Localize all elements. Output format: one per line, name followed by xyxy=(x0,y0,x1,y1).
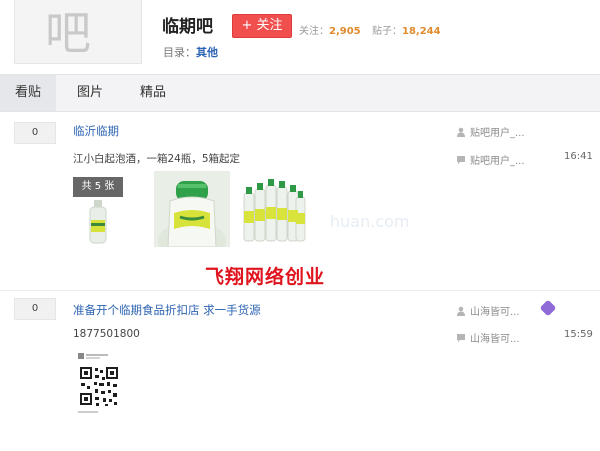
last-reply-user: 贴吧用户_... xyxy=(470,156,525,167)
reply-count: 0 xyxy=(14,298,56,320)
tab-images[interactable]: 图片 xyxy=(62,75,118,111)
posts-label: 贴子： xyxy=(372,26,402,37)
reply-icon xyxy=(456,155,466,168)
forum-avatar[interactable]: 吧 xyxy=(14,0,142,64)
followers-stat: 关注：2,905 xyxy=(299,22,361,37)
last-reply-time: 16:41 xyxy=(564,151,593,162)
directory-link[interactable]: 其他 xyxy=(196,46,218,59)
level-badge-icon xyxy=(539,299,557,317)
forum-name[interactable]: 临期吧 xyxy=(162,12,213,37)
thread-last-reply[interactable]: 贴吧用户_... xyxy=(456,152,525,168)
author-name: 贴吧用户_... xyxy=(470,128,525,139)
thread-last-reply[interactable]: 山海皆可... xyxy=(456,330,520,346)
tab-bar: 看贴 图片 精品 xyxy=(0,74,600,112)
avatar-glyph: 吧 xyxy=(45,6,91,60)
thread-author[interactable]: 贴吧用户_... xyxy=(456,124,525,140)
thread-title[interactable]: 准备开个临期食品折扣店 求一手货源 xyxy=(73,302,261,318)
thread-image-qr-code[interactable] xyxy=(76,351,126,419)
faint-watermark: huan.com xyxy=(330,212,410,231)
watermark-text: 飞翔网络创业 xyxy=(205,266,326,288)
posts-stat: 贴子：18,244 xyxy=(372,22,441,37)
reply-icon xyxy=(456,333,466,346)
followers-label: 关注： xyxy=(299,26,329,37)
tab-featured[interactable]: 精品 xyxy=(124,75,182,111)
author-name: 山海皆可... xyxy=(470,307,520,318)
user-icon xyxy=(456,127,466,140)
posts-count: 18,244 xyxy=(402,26,441,37)
tab-view-posts[interactable]: 看贴 xyxy=(0,75,56,111)
last-reply-time: 15:59 xyxy=(564,329,593,340)
thread-abstract: 1877501800 xyxy=(73,328,140,340)
thread-title[interactable]: 临沂临期 xyxy=(73,123,119,139)
follow-button[interactable]: + 关注 xyxy=(232,14,292,38)
thread-image-bottles[interactable] xyxy=(240,173,306,245)
directory-label: 目录： xyxy=(163,46,196,59)
image-count-badge: 共 5 张 xyxy=(73,177,123,197)
directory: 目录：其他 xyxy=(163,44,218,60)
last-reply-user: 山海皆可... xyxy=(470,334,520,345)
forum-header: 吧 临期吧 + 关注 关注：2,905 贴子：18,244 目录：其他 xyxy=(0,0,600,74)
followers-count: 2,905 xyxy=(329,26,361,37)
reply-count: 0 xyxy=(14,122,56,144)
thread-row[interactable]: 0 准备开个临期食品折扣店 求一手货源 1877501800 山海皆可... 山… xyxy=(0,292,600,451)
user-icon xyxy=(456,306,466,319)
thread-abstract: 江小白起泡酒，一箱24瓶，5箱起定 xyxy=(73,153,241,165)
thread-image-closeup[interactable] xyxy=(154,171,230,247)
thread-author[interactable]: 山海皆可... xyxy=(456,303,520,319)
